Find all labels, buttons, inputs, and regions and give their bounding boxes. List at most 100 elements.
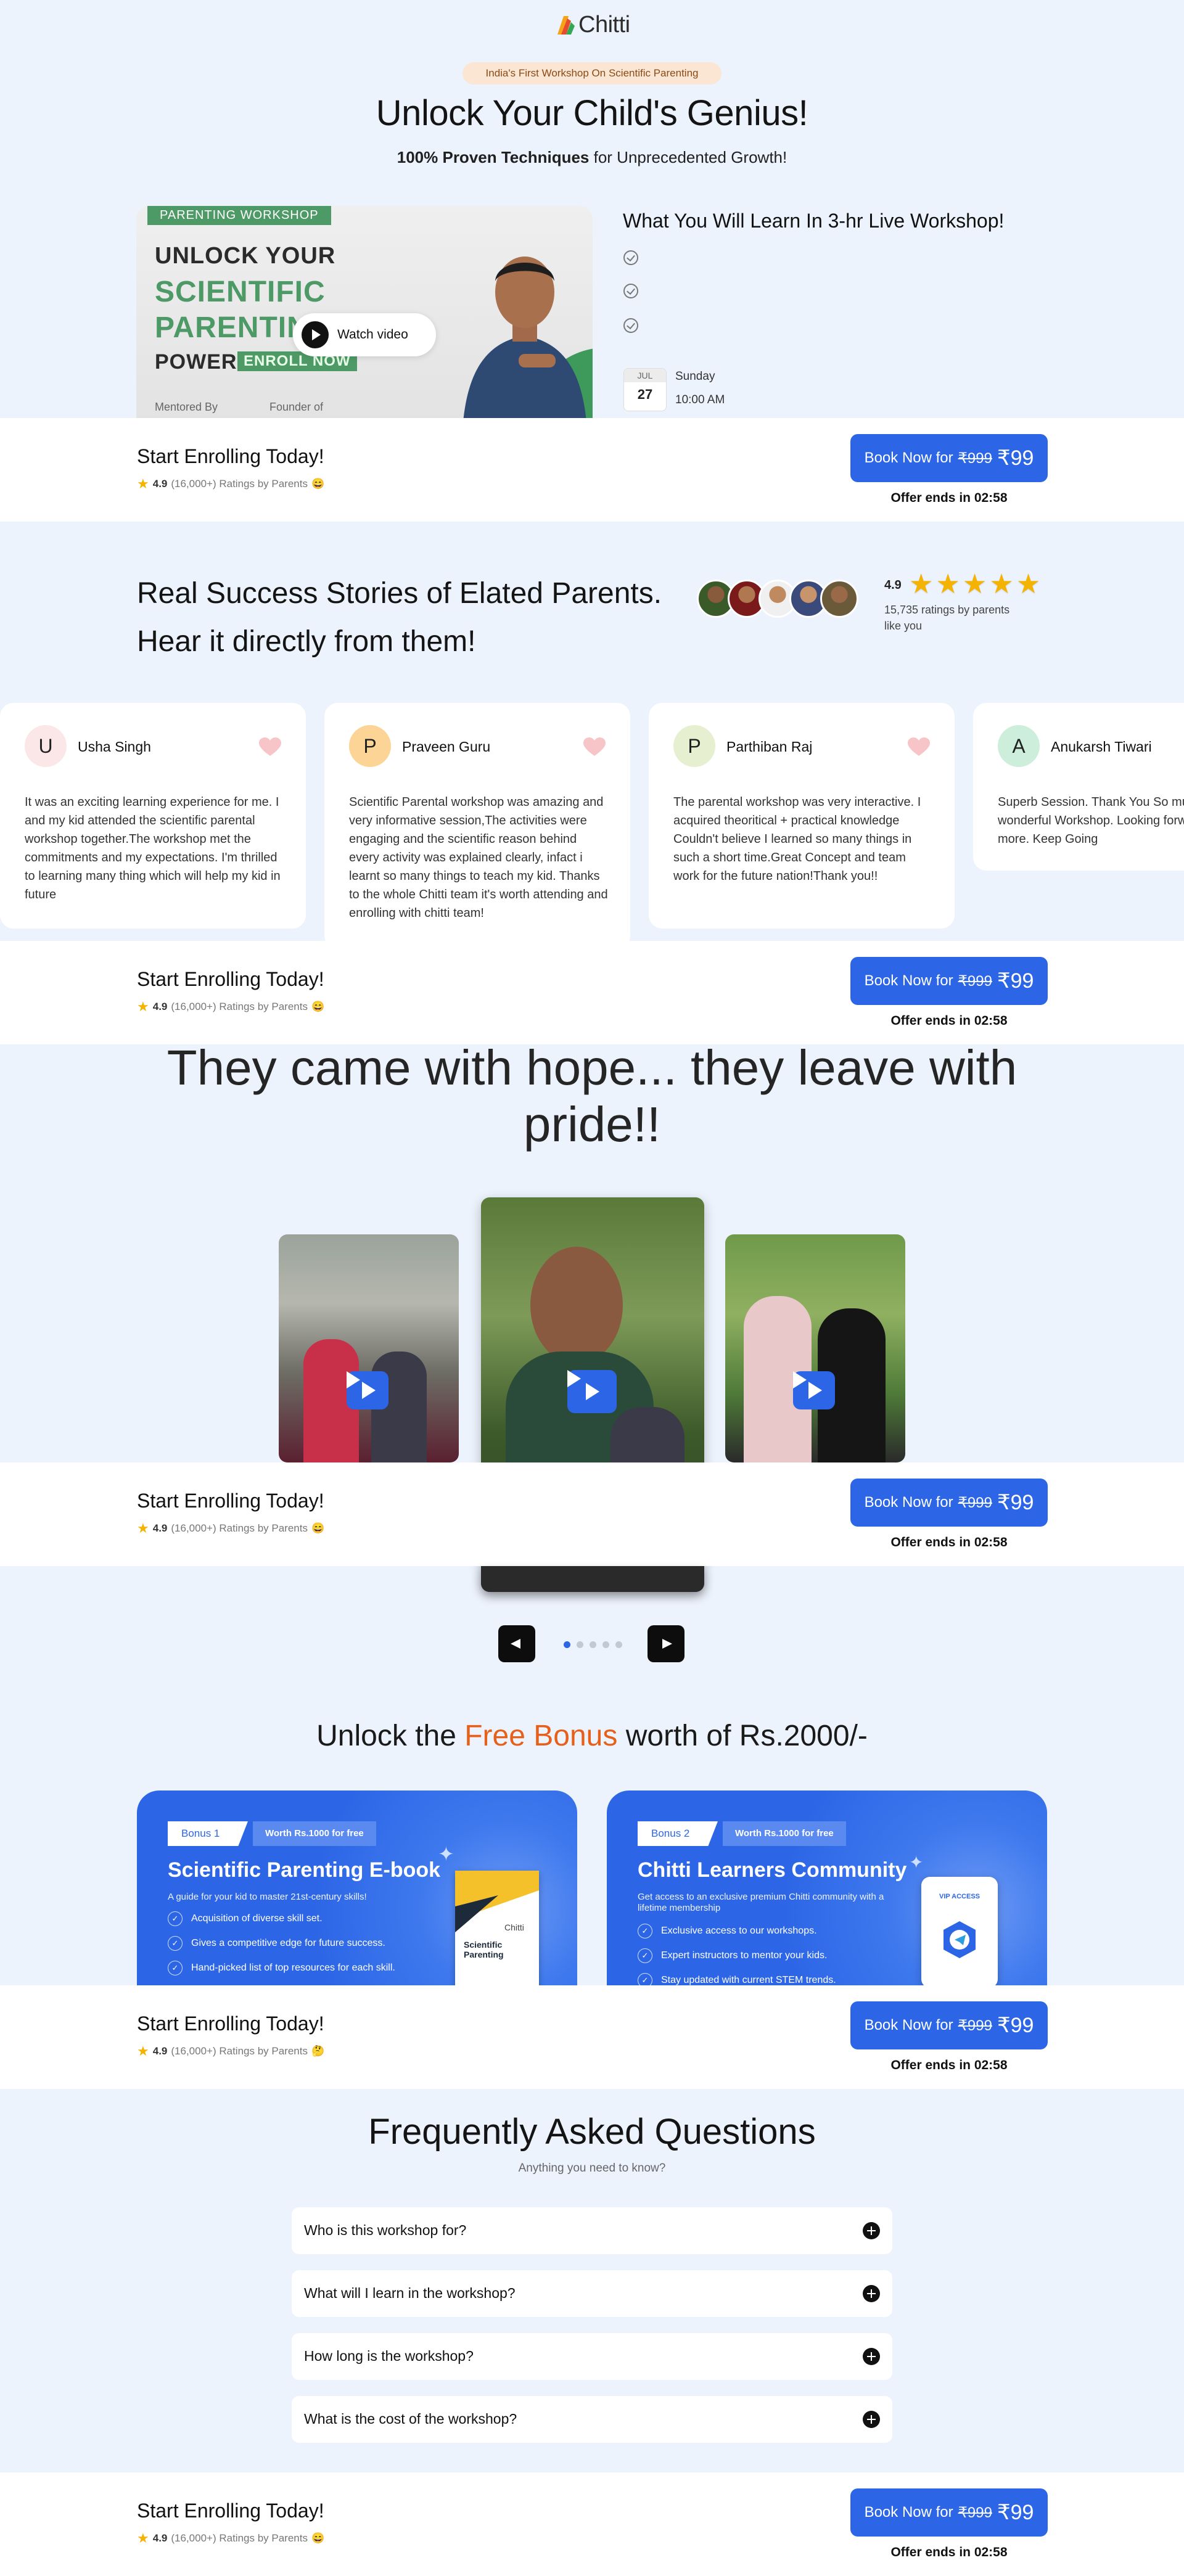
- offer-timer: Offer ends in 02:58: [890, 2545, 1008, 2559]
- bonus-tag: Bonus 1: [168, 1821, 248, 1846]
- reviewer-name: Usha Singh: [78, 739, 151, 755]
- carousel-dot[interactable]: [577, 1641, 583, 1648]
- plus-icon[interactable]: [863, 2222, 880, 2239]
- video-scene: [530, 1247, 623, 1364]
- carousel-prev-button[interactable]: [498, 1625, 535, 1662]
- testimonial-video-card[interactable]: [279, 1234, 459, 1462]
- cta-rating-text: (16,000+) Ratings by Parents: [171, 478, 308, 490]
- heart-icon[interactable]: [583, 737, 606, 757]
- faq-item[interactable]: How long is the workshop?: [292, 2333, 892, 2380]
- date-month: JUL: [624, 369, 666, 382]
- play-icon[interactable]: [793, 1371, 835, 1409]
- enroll-cta-bar: Start Enrolling Today! ★ 4.9 (16,000+) Rat…: [0, 941, 1184, 1044]
- cta-rating-value: 4.9: [152, 1001, 168, 1012]
- book-now-label: Book Now for: [864, 972, 953, 989]
- review-text: Scientific Parental workshop was amazing…: [349, 795, 608, 920]
- five-star-rating: ★ ★ ★ ★ ★: [909, 568, 1040, 601]
- cta-rating: ★ 4.9 (16,000+) Ratings by Parents 😄: [137, 1520, 324, 1536]
- play-icon[interactable]: [567, 1370, 617, 1413]
- review-text: It was an exciting learning experience f…: [25, 795, 281, 901]
- offer-timer: Offer ends in 02:58: [890, 2058, 1008, 2072]
- learn-title: What You Will Learn In 3-hr Live Worksho…: [623, 210, 1005, 232]
- book-now-button[interactable]: Book Now for ₹999 ₹99: [850, 1479, 1048, 1527]
- play-icon: [302, 321, 329, 348]
- video-line-1: UNLOCK YOUR: [155, 243, 336, 269]
- star-icon: ★: [137, 1520, 149, 1536]
- check-circle-icon: [623, 284, 638, 298]
- enroll-cta-bar: Start Enrolling Today! ★ 4.9 (16,000+) Rat…: [0, 2472, 1184, 2576]
- bonus-description: Get access to an exclusive premium Chitt…: [638, 1892, 884, 1913]
- stories-rating-subtext: 15,735 ratings by parents like you: [884, 604, 1010, 632]
- star-icon: ★: [137, 2043, 149, 2059]
- plus-icon[interactable]: [863, 2285, 880, 2302]
- stories-title: Real Success Stories of Elated Parents. …: [137, 570, 662, 666]
- review-card: U Usha Singh It was an exciting learning…: [0, 703, 306, 929]
- bonus-list-item: Gives a competitive edge for future succ…: [168, 1936, 385, 1951]
- cta-rating-text: (16,000+) Ratings by Parents: [171, 2532, 308, 2544]
- star-icon: ★: [137, 476, 149, 491]
- hero-title: Unlock Your Child's Genius!: [376, 93, 808, 133]
- vip-access-label: VIP ACCESS: [939, 1893, 980, 1900]
- new-price: ₹99: [997, 2501, 1034, 2524]
- vip-access-card: VIP ACCESS: [921, 1877, 998, 1988]
- plus-icon[interactable]: [863, 2411, 880, 2428]
- bonus-worth: Worth Rs.1000 for free: [253, 1821, 376, 1846]
- testimonial-video-card[interactable]: [725, 1234, 905, 1462]
- bonus-heading: Chitti Learners Community: [638, 1858, 907, 1882]
- reviewer-name: Praveen Guru: [402, 739, 491, 755]
- chitti-logo[interactable]: Chitti: [555, 11, 630, 38]
- carousel-dot[interactable]: [615, 1641, 622, 1648]
- video-line-4: POWER: [155, 350, 237, 374]
- faq-question: What is the cost of the workshop?: [304, 2411, 517, 2427]
- cta-title: Start Enrolling Today!: [137, 445, 324, 467]
- heart-icon[interactable]: [259, 737, 281, 757]
- watch-video-button[interactable]: Watch video: [293, 313, 436, 356]
- carousel-dot-active[interactable]: [564, 1641, 570, 1648]
- bonus-heading: Scientific Parenting E-book: [168, 1858, 441, 1882]
- heart-icon[interactable]: [908, 737, 930, 757]
- reviewer-avatar: U: [25, 725, 67, 767]
- testimonial-video-card-bottom: [481, 1566, 704, 1592]
- emoji-icon: 😄: [311, 2532, 325, 2544]
- carousel-dot[interactable]: [602, 1641, 609, 1648]
- bonus-card-ebook: Bonus 1 Worth Rs.1000 for free Scientifi…: [137, 1790, 577, 1988]
- plus-icon[interactable]: [863, 2348, 880, 2365]
- faq-question: What will I learn in the workshop?: [304, 2285, 516, 2301]
- enroll-cta-bar: Start Enrolling Today! ★ 4.9 (16,000+) Rat…: [0, 1985, 1184, 2089]
- hero-subtitle-bold: 100% Proven Techniques: [397, 148, 590, 166]
- sparkle-icon: ✦: [909, 1853, 924, 1872]
- play-icon[interactable]: [347, 1371, 388, 1409]
- avatar: [820, 580, 858, 618]
- book-now-button[interactable]: Book Now for ₹999 ₹99: [850, 434, 1048, 482]
- review-text: Superb Session. Thank You So much for th…: [998, 795, 1184, 846]
- video-founder-label: Founder of: [269, 401, 324, 413]
- old-price: ₹999: [958, 2504, 992, 2521]
- bonus-list-item: Exclusive access to our workshops.: [638, 1924, 817, 1938]
- book-now-button[interactable]: Book Now for ₹999 ₹99: [850, 2001, 1048, 2049]
- date-weekday: Sunday: [675, 370, 715, 383]
- book-now-button[interactable]: Book Now for ₹999 ₹99: [850, 957, 1048, 1005]
- old-price: ₹999: [958, 449, 992, 467]
- faq-item[interactable]: What will I learn in the workshop?: [292, 2270, 892, 2317]
- enroll-cta-bar: Start Enrolling Today! ★ 4.9 (16,000+) Rat…: [0, 418, 1184, 522]
- old-price: ₹999: [958, 972, 992, 990]
- bonus-title-free: Free Bonus: [464, 1720, 618, 1752]
- offer-timer: Offer ends in 02:58: [890, 491, 1008, 505]
- cta-title: Start Enrolling Today!: [137, 2012, 324, 2035]
- offer-timer: Offer ends in 02:58: [890, 1014, 1008, 1028]
- carousel-next-button[interactable]: [648, 1625, 684, 1662]
- workshop-video-thumbnail[interactable]: PARENTING WORKSHOP UNLOCK YOUR SCIENTIFI…: [136, 206, 593, 418]
- chevron-right-icon: [662, 1639, 672, 1649]
- new-price: ₹99: [997, 446, 1034, 470]
- chevron-left-icon: [511, 1639, 520, 1649]
- book-now-button[interactable]: Book Now for ₹999 ₹99: [850, 2488, 1048, 2537]
- review-text: The parental workshop was very interacti…: [673, 795, 921, 883]
- faq-item[interactable]: What is the cost of the workshop?: [292, 2396, 892, 2443]
- faq-item[interactable]: Who is this workshop for?: [292, 2207, 892, 2254]
- chitti-logo-icon: [557, 16, 575, 35]
- carousel-dot[interactable]: [590, 1641, 596, 1648]
- cta-rating: ★ 4.9 (16,000+) Ratings by Parents 🤔: [137, 2043, 324, 2059]
- date-time: 10:00 AM: [675, 393, 725, 406]
- book-now-label: Book Now for: [864, 449, 953, 466]
- calendar-date-box: JUL 27: [623, 368, 667, 411]
